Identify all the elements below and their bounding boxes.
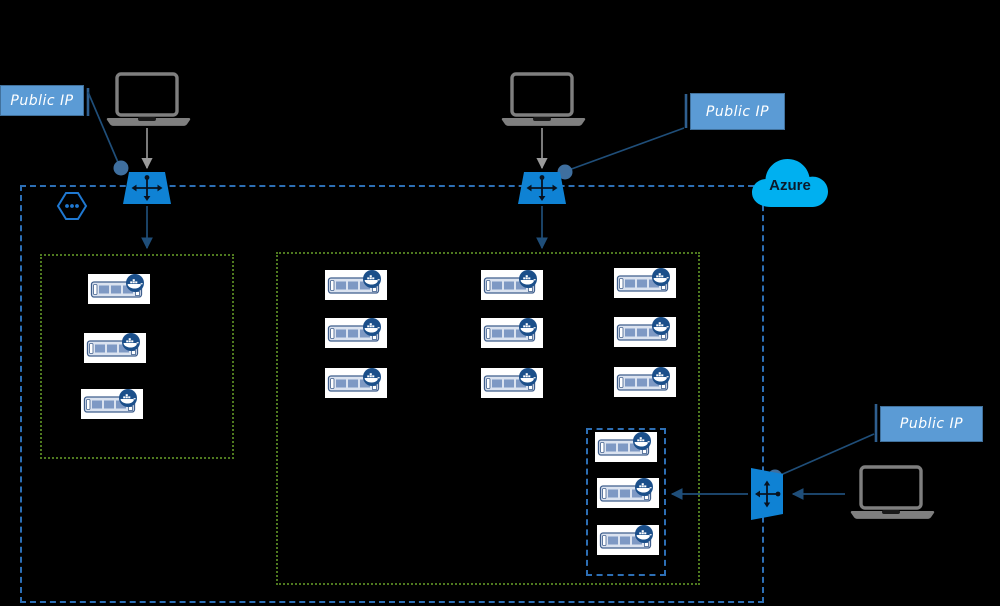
link-publicip-top-to-lb	[565, 127, 685, 172]
diagram-canvas: Azure Public IP Public IP Public IP	[0, 0, 1000, 606]
docker-host-5[interactable]	[481, 270, 543, 300]
client-laptop-left[interactable]	[101, 72, 193, 130]
docker-host-10[interactable]	[325, 368, 387, 398]
public-ip-top-label: Public IP	[705, 103, 770, 120]
public-ip-right[interactable]: Public IP	[880, 406, 983, 442]
docker-host-8[interactable]	[481, 318, 543, 348]
public-ip-left-label: Public IP	[10, 92, 74, 109]
docker-host-4[interactable]	[325, 270, 387, 300]
docker-host-15[interactable]	[597, 525, 659, 555]
client-laptop-right[interactable]	[845, 465, 937, 523]
public-ip-right-label: Public IP	[899, 416, 964, 432]
docker-host-9[interactable]	[614, 317, 676, 347]
load-balancer-right[interactable]	[749, 464, 785, 524]
client-laptop-middle[interactable]	[496, 72, 588, 130]
public-ip-left[interactable]: Public IP	[0, 85, 84, 116]
load-balancer-middle[interactable]	[518, 170, 566, 206]
docker-host-3[interactable]	[81, 389, 143, 419]
docker-host-2[interactable]	[84, 333, 146, 363]
azure-cloud: Azure	[750, 157, 830, 209]
docker-host-14[interactable]	[597, 478, 659, 508]
docker-host-1[interactable]	[88, 274, 150, 304]
load-balancer-left[interactable]	[123, 170, 171, 206]
cloud-icon	[750, 157, 830, 209]
docker-host-6[interactable]	[614, 268, 676, 298]
vnet-icon	[55, 191, 89, 221]
docker-host-7[interactable]	[325, 318, 387, 348]
public-ip-top[interactable]: Public IP	[690, 93, 785, 130]
docker-host-12[interactable]	[614, 367, 676, 397]
docker-host-13[interactable]	[595, 432, 657, 462]
docker-host-11[interactable]	[481, 368, 543, 398]
